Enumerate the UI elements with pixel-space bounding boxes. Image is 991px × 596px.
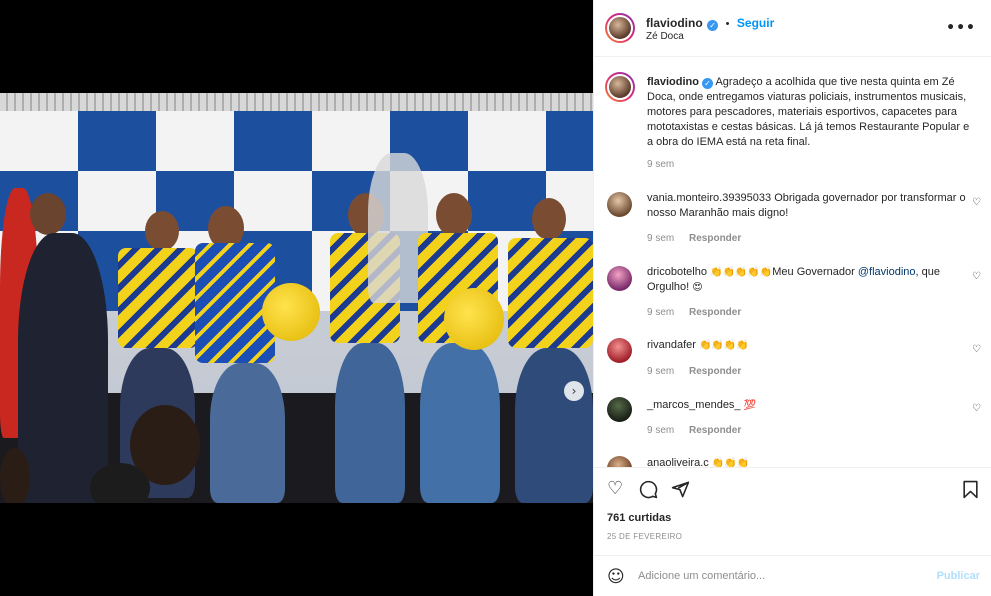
heart-eyes-emoji: 😍 (692, 282, 703, 293)
more-options-icon[interactable]: ••• (946, 20, 976, 36)
commenter-username[interactable]: rivandafer (647, 339, 696, 351)
reply-button[interactable]: Responder (689, 233, 741, 244)
like-comment-heart-icon[interactable]: ♡ (972, 403, 981, 414)
reflective-vest (508, 238, 593, 348)
publish-button[interactable]: Publicar (937, 570, 980, 582)
follow-button[interactable]: Seguir (737, 16, 774, 30)
commenter-avatar[interactable] (607, 192, 632, 217)
person-head (30, 193, 66, 235)
comment-time[interactable]: 9 sem (647, 366, 674, 377)
author-avatar[interactable] (605, 13, 635, 43)
verified-badge-icon: ✓ (707, 20, 719, 31)
comment-time[interactable]: 9 sem (647, 307, 674, 318)
hundred-emoji: 💯 (743, 400, 757, 411)
caption-avatar[interactable] (605, 72, 635, 102)
audience-head (0, 448, 30, 503)
commenter-avatar[interactable] (607, 456, 632, 467)
like-comment-heart-icon[interactable]: ♡ (972, 271, 981, 282)
post-actions-bar: ♡ (594, 467, 991, 513)
mention-link[interactable]: @flaviodino (858, 266, 916, 278)
commenter-avatar[interactable] (607, 338, 632, 363)
save-bookmark-icon[interactable] (962, 480, 979, 503)
comment-time[interactable]: 9 sem (647, 425, 674, 436)
post-side-panel: flaviodino ✓ • Seguir Zé Doca ••• flavio… (593, 0, 991, 596)
add-comment-bar: ☺ Publicar (594, 555, 991, 596)
verified-badge-icon: ✓ (702, 78, 714, 89)
person-head (532, 198, 566, 240)
clap-emojis: 👏👏👏 (711, 458, 750, 467)
commenter-avatar[interactable] (607, 397, 632, 422)
header-separator: • (725, 18, 730, 30)
likes-count[interactable]: 761 curtidas (607, 512, 671, 524)
reply-button[interactable]: Responder (689, 425, 741, 436)
reply-button[interactable]: Responder (689, 366, 741, 377)
post-header: flaviodino ✓ • Seguir Zé Doca ••• (594, 0, 991, 57)
commenter-username[interactable]: anaoliveira.c (647, 457, 709, 467)
comments-list[interactable]: flaviodino ✓ Agradeço a acolhida que tiv… (594, 57, 991, 467)
post-location[interactable]: Zé Doca (646, 31, 684, 42)
caption-username[interactable]: flaviodino (647, 76, 699, 88)
post-date: 25 DE FEVEREIRO (607, 532, 683, 541)
commenter-username[interactable]: vania.monteiro.39395033 (647, 192, 771, 204)
person-jeans (515, 348, 593, 503)
commenter-username[interactable]: _marcos_mendes_ (647, 399, 741, 411)
yellow-helmet (262, 283, 320, 341)
person-black-shirt (18, 233, 108, 503)
yellow-helmet (444, 288, 504, 350)
post-media-area: › (0, 0, 593, 596)
like-comment-heart-icon[interactable]: ♡ (972, 197, 981, 208)
caption-time[interactable]: 9 sem (647, 159, 674, 170)
comment-bubble-icon[interactable] (639, 480, 658, 503)
person-jeans (210, 363, 285, 503)
person-jeans (420, 343, 500, 503)
author-username[interactable]: flaviodino (646, 16, 703, 30)
commenter-username[interactable]: dricobotelho (647, 266, 707, 278)
clap-emojis: 👏👏👏👏 (698, 340, 749, 351)
person-head (145, 211, 179, 251)
emoji-smile-icon[interactable]: ☺ (607, 567, 625, 587)
clap-emojis: 👏👏👏👏👏 (710, 267, 773, 278)
comment-input[interactable] (638, 566, 908, 586)
post-photo[interactable]: › (0, 93, 593, 503)
share-paper-plane-icon[interactable] (671, 480, 690, 503)
comment-time[interactable]: 9 sem (647, 233, 674, 244)
person-head (436, 193, 472, 237)
reflective-vest (118, 248, 198, 348)
comment-text: Meu Governador (772, 266, 855, 278)
person-jeans (335, 343, 405, 503)
stage-truss (0, 93, 593, 113)
commenter-avatar[interactable] (607, 266, 632, 291)
reply-button[interactable]: Responder (689, 307, 741, 318)
carousel-next-button[interactable]: › (564, 381, 584, 401)
like-comment-heart-icon[interactable]: ♡ (972, 344, 981, 355)
like-heart-icon[interactable]: ♡ (607, 480, 623, 498)
